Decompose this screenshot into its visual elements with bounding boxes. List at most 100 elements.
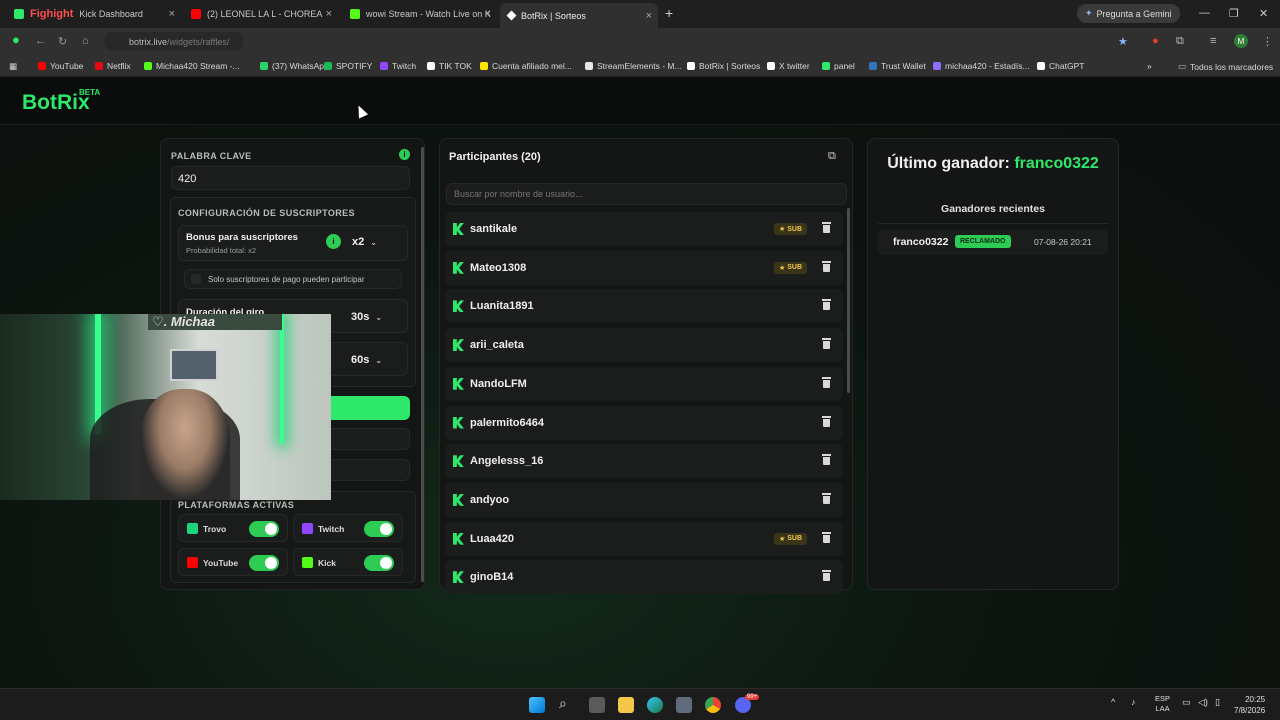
new-tab-button[interactable]: + bbox=[665, 5, 673, 21]
home-icon[interactable]: ⌂ bbox=[82, 35, 89, 47]
close-icon[interactable]: × bbox=[169, 8, 175, 20]
bookmark-item[interactable]: YouTube bbox=[38, 61, 83, 71]
bookmark-label: Netflix bbox=[107, 61, 131, 71]
battery-icon[interactable]: ▯ bbox=[1215, 697, 1220, 708]
participant-row: NandoLFM bbox=[445, 366, 843, 401]
windows-start-icon[interactable] bbox=[529, 697, 545, 713]
bookmark-item[interactable]: Netflix bbox=[95, 61, 131, 71]
all-bookmarks[interactable]: ▭ Todos los marcadores bbox=[1178, 61, 1273, 72]
trash-icon[interactable] bbox=[822, 415, 831, 427]
kick-toggle[interactable] bbox=[364, 555, 394, 571]
bonus-row: Bonus para suscriptores Probabilidad tot… bbox=[178, 225, 408, 261]
settings-scrollbar[interactable] bbox=[421, 147, 424, 582]
edge-icon[interactable] bbox=[647, 697, 663, 713]
trash-icon[interactable] bbox=[822, 376, 831, 388]
url-path: /widgets/raffles/ bbox=[167, 36, 230, 47]
trash-icon[interactable] bbox=[822, 338, 831, 350]
mic-icon[interactable]: ♪ bbox=[1131, 697, 1136, 707]
bookmark-star-icon[interactable]: ★ bbox=[1118, 35, 1128, 48]
bookmark-label: StreamElements - M... bbox=[597, 61, 682, 71]
copy-icon[interactable]: ⧉ bbox=[828, 150, 836, 163]
tab-botrix-sorteos[interactable]: BotRix | Sorteos × bbox=[500, 3, 658, 28]
recent-winner-row: franco0322 RECLAMADO 07-08-26 20:21 bbox=[878, 229, 1108, 255]
bonus-multiplier-dropdown[interactable]: x2 ⌄ bbox=[352, 236, 377, 248]
bookmark-item[interactable]: TIK TOK bbox=[427, 61, 472, 71]
bookmark-item[interactable]: StreamElements - M... bbox=[585, 61, 682, 71]
tab-wowi-stream[interactable]: wowi Stream - Watch Live on K × bbox=[342, 4, 497, 24]
close-icon[interactable]: × bbox=[326, 8, 332, 20]
bookmark-item[interactable]: michaa420 - Estadís... bbox=[933, 61, 1030, 71]
close-window-icon[interactable]: ✕ bbox=[1259, 7, 1268, 20]
trash-icon[interactable] bbox=[822, 570, 831, 582]
reload-icon[interactable]: ↻ bbox=[58, 35, 67, 48]
extension-icon[interactable]: ● bbox=[1152, 35, 1159, 47]
last-winner-prefix: Último ganador: bbox=[887, 155, 1010, 172]
bookmark-item[interactable]: ChatGPT bbox=[1037, 61, 1084, 71]
info-icon[interactable]: i bbox=[399, 149, 410, 160]
close-icon[interactable]: × bbox=[485, 8, 491, 20]
trash-icon[interactable] bbox=[822, 492, 831, 504]
bookmark-item[interactable]: Twitch bbox=[380, 61, 416, 71]
search-icon[interactable]: ⌕ bbox=[559, 695, 575, 711]
webcam-preview-icon: ● bbox=[12, 32, 20, 47]
tray-chevron-icon[interactable]: ^ bbox=[1111, 697, 1115, 707]
bonus-info-icon[interactable]: i bbox=[326, 234, 341, 249]
profile-avatar[interactable]: M bbox=[1234, 34, 1248, 48]
minimize-icon[interactable]: — bbox=[1199, 7, 1210, 19]
file-explorer-icon[interactable] bbox=[618, 697, 634, 713]
bookmark-item[interactable]: BotRix | Sorteos bbox=[687, 61, 760, 71]
trash-icon[interactable] bbox=[822, 531, 831, 543]
divider bbox=[878, 223, 1108, 224]
chevron-down-icon: ⌄ bbox=[375, 312, 383, 322]
media-control-icon[interactable]: ≡ bbox=[1210, 35, 1216, 47]
participant-search-input[interactable] bbox=[446, 183, 847, 205]
bookmark-favicon-icon bbox=[585, 62, 593, 70]
language-indicator[interactable]: ESP LAA bbox=[1155, 694, 1170, 714]
paid-only-checkbox-row[interactable]: Solo suscriptores de pago pueden partici… bbox=[184, 269, 402, 289]
timer-dropdown[interactable]: 60s ⌄ bbox=[351, 354, 382, 366]
bookmark-item[interactable]: Cuenta afiliado mel... bbox=[480, 61, 572, 71]
beta-badge: BETA bbox=[79, 88, 101, 97]
volume-icon[interactable]: ◁) bbox=[1198, 697, 1208, 708]
youtube-toggle[interactable] bbox=[249, 555, 279, 571]
address-bar[interactable]: botrix.live/widgets/raffles/ bbox=[104, 32, 244, 51]
trash-icon[interactable] bbox=[822, 454, 831, 466]
store-icon[interactable] bbox=[676, 697, 692, 713]
gemini-button[interactable]: ✦ Pregunta a Gemini bbox=[1077, 4, 1180, 23]
webcam-overlay: ♡. Michaa bbox=[0, 314, 331, 500]
chrome-icon[interactable] bbox=[705, 697, 721, 713]
trash-icon[interactable] bbox=[822, 260, 831, 272]
tab-kick-dashboard[interactable]: Fighight Kick Dashboard × bbox=[6, 4, 181, 24]
trovo-toggle[interactable] bbox=[249, 521, 279, 537]
keyword-input[interactable]: 420 bbox=[171, 166, 410, 190]
clock[interactable]: 20:25 7/8/2026 bbox=[1234, 694, 1265, 716]
bookmark-favicon-icon bbox=[869, 62, 877, 70]
network-icon[interactable]: ▭ bbox=[1182, 697, 1191, 708]
participants-title: Participantes (20) bbox=[449, 151, 541, 163]
paid-only-label: Solo suscriptores de pago pueden partici… bbox=[208, 275, 365, 284]
twitch-toggle[interactable] bbox=[364, 521, 394, 537]
menu-dots-icon[interactable]: ⋮ bbox=[1262, 35, 1273, 48]
apps-grid-icon[interactable]: ▦ bbox=[9, 61, 17, 72]
close-icon[interactable]: × bbox=[646, 10, 652, 22]
bookmark-item[interactable]: X twitter bbox=[767, 61, 810, 71]
task-view-icon[interactable] bbox=[589, 697, 605, 713]
tab-youtube[interactable]: (2) LEONEL LA L - CHOREA × bbox=[183, 4, 338, 24]
participants-scrollbar[interactable] bbox=[847, 208, 850, 393]
trash-icon[interactable] bbox=[822, 222, 831, 233]
bookmark-item[interactable]: panel bbox=[822, 61, 855, 71]
spin-duration-dropdown[interactable]: 30s ⌄ bbox=[351, 311, 382, 323]
back-icon[interactable]: ← bbox=[35, 35, 46, 47]
bookmark-label: Twitch bbox=[392, 61, 417, 71]
platform-name: Trovo bbox=[203, 524, 227, 534]
bookmarks-overflow-icon[interactable]: » bbox=[1147, 61, 1152, 71]
bookmark-item[interactable]: (37) WhatsApp bbox=[260, 61, 329, 71]
bookmark-item[interactable]: SPOTIFY bbox=[324, 61, 372, 71]
trash-icon[interactable] bbox=[822, 299, 831, 311]
extensions-puzzle-icon[interactable]: ⧉ bbox=[1176, 35, 1184, 48]
checkbox[interactable] bbox=[191, 274, 201, 284]
restore-icon[interactable]: ❐ bbox=[1229, 7, 1239, 20]
bookmark-item[interactable]: Trust Wallet bbox=[869, 61, 926, 71]
webcam-sign: ♡. Michaa bbox=[148, 314, 282, 330]
bookmark-item[interactable]: Michaa420 Stream -... bbox=[144, 61, 240, 71]
